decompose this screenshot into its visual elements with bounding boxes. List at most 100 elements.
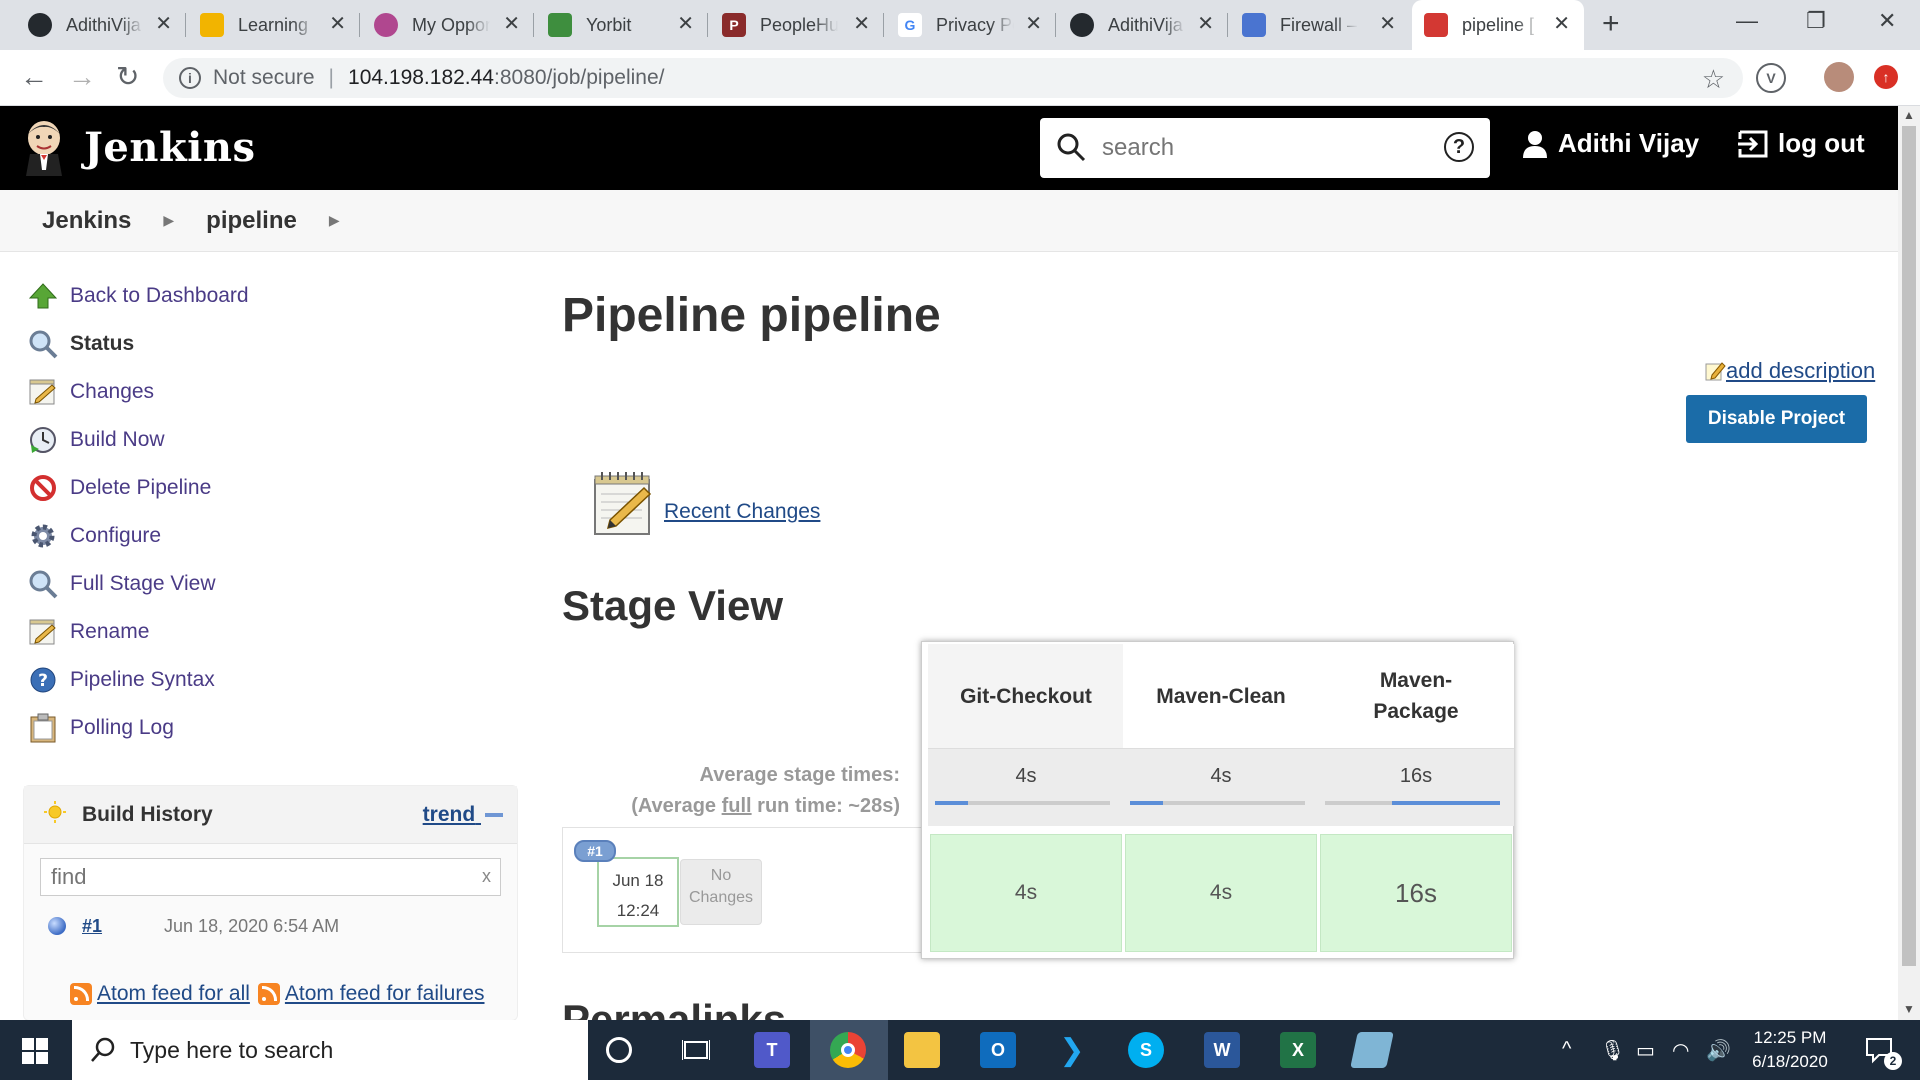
search-box: ?: [1040, 118, 1490, 178]
browser-tab-strip: AdithiVija ✕ Learning ✕ My Oppor ✕ Yorbit ✕ P Peo…: [0, 0, 1920, 50]
notification-count: 2: [1884, 1052, 1902, 1070]
taskbar-clock[interactable]: 12:25 PM 6/18/2020: [1730, 1026, 1850, 1074]
task-label: Back to Dashboard: [70, 284, 249, 307]
scrollbar-thumb[interactable]: [1902, 126, 1916, 966]
battery-icon[interactable]: ▭: [1636, 1038, 1655, 1063]
build-number-link[interactable]: #1: [82, 916, 102, 937]
browser-tab[interactable]: P PeopleHu ✕: [710, 0, 884, 50]
close-tab-icon[interactable]: ✕: [155, 14, 172, 34]
recent-changes-link[interactable]: Recent Changes: [664, 500, 820, 524]
search-input[interactable]: [1102, 128, 1422, 168]
atom-feed-all-link[interactable]: Atom feed for all: [97, 982, 250, 1006]
word-icon[interactable]: W: [1204, 1032, 1240, 1068]
jenkins-logo-icon[interactable]: [22, 118, 66, 176]
build-find-input[interactable]: [40, 858, 501, 896]
task-delete-pipeline[interactable]: Delete Pipeline: [26, 464, 249, 512]
update-icon[interactable]: ↑: [1874, 65, 1898, 89]
close-tab-icon[interactable]: ✕: [1379, 14, 1396, 34]
browser-tab[interactable]: G Privacy Po ✕: [886, 0, 1056, 50]
close-tab-icon[interactable]: ✕: [503, 14, 520, 34]
no-changes-box[interactable]: No Changes: [680, 859, 762, 925]
clear-find-icon[interactable]: x: [482, 866, 491, 887]
task-status[interactable]: Status: [26, 320, 249, 368]
close-tab-icon[interactable]: ✕: [853, 14, 870, 34]
browser-tab[interactable]: AdithiVija ✕: [1058, 0, 1228, 50]
close-tab-icon[interactable]: ✕: [677, 14, 694, 34]
browser-tab[interactable]: Firewall – ✕: [1230, 0, 1410, 50]
page-scrollbar[interactable]: ▲ ▼: [1898, 106, 1920, 1020]
task-full-stage-view[interactable]: Full Stage View: [26, 560, 249, 608]
task-rename[interactable]: Rename: [26, 608, 249, 656]
forward-button[interactable]: →: [68, 62, 96, 92]
extension-v-icon[interactable]: V: [1756, 63, 1786, 93]
jenkins-title[interactable]: Jenkins: [84, 124, 255, 171]
stage-average-time: 16s: [1399, 765, 1433, 787]
url-bar[interactable]: i Not secure | 104.198.182.44 :8080/job/…: [163, 58, 1743, 98]
outlook-icon[interactable]: O: [980, 1032, 1016, 1068]
reload-button[interactable]: ↻: [116, 62, 139, 92]
breadcrumb-jenkins[interactable]: Jenkins: [42, 207, 131, 235]
task-build-now[interactable]: Build Now: [26, 416, 249, 464]
task-label: Full Stage View: [70, 572, 216, 595]
notepad-app-icon[interactable]: [1350, 1032, 1394, 1068]
notepad-icon: [26, 615, 60, 649]
disable-project-button[interactable]: Disable Project: [1686, 395, 1867, 443]
teams-icon[interactable]: T: [754, 1032, 790, 1068]
browser-tab[interactable]: Learning ✕: [188, 0, 360, 50]
task-polling-log[interactable]: Polling Log: [26, 704, 249, 752]
vscode-icon[interactable]: ❯: [1054, 1032, 1090, 1068]
task-pipeline-syntax[interactable]: ? Pipeline Syntax: [26, 656, 249, 704]
close-tab-icon[interactable]: ✕: [1197, 14, 1214, 34]
file-explorer-icon[interactable]: [904, 1032, 940, 1068]
minimize-button[interactable]: —: [1736, 8, 1758, 34]
bookmark-star-icon[interactable]: ☆: [1702, 64, 1725, 95]
volume-icon[interactable]: 🔊: [1706, 1038, 1731, 1063]
task-view-icon[interactable]: [678, 1032, 714, 1068]
profile-avatar[interactable]: [1824, 62, 1854, 92]
url-host: 104.198.182.44: [348, 66, 494, 89]
run-badge[interactable]: #1: [574, 840, 616, 862]
trend-link[interactable]: trend: [423, 803, 503, 827]
browser-tab[interactable]: pipeline [✕: [1412, 0, 1584, 50]
skype-icon[interactable]: S: [1128, 1032, 1164, 1068]
info-icon[interactable]: i: [179, 67, 201, 89]
full-link[interactable]: full: [722, 795, 752, 817]
user-name: Adithi Vijay: [1558, 128, 1700, 158]
browser-tab[interactable]: AdithiVija ✕: [16, 0, 186, 50]
task-changes[interactable]: Changes: [26, 368, 249, 416]
chrome-icon[interactable]: [830, 1032, 866, 1068]
excel-icon[interactable]: X: [1280, 1032, 1316, 1068]
add-description-link[interactable]: add description: [1704, 358, 1875, 384]
task-back-to-dashboard[interactable]: Back to Dashboard: [26, 272, 249, 320]
atom-feed-failures-link[interactable]: Atom feed for failures: [285, 982, 485, 1006]
task-configure[interactable]: Configure: [26, 512, 249, 560]
help-icon[interactable]: ?: [1444, 132, 1474, 162]
breadcrumb-chevron-icon[interactable]: ▶: [163, 212, 174, 229]
close-window-button[interactable]: ✕: [1878, 8, 1896, 34]
microphone-icon[interactable]: 🎙: [1600, 1038, 1625, 1063]
breadcrumb-pipeline[interactable]: pipeline: [206, 207, 297, 235]
wifi-icon[interactable]: ◠: [1672, 1038, 1689, 1063]
close-tab-icon[interactable]: ✕: [1553, 14, 1570, 34]
cortana-icon[interactable]: [606, 1037, 632, 1063]
notifications-icon[interactable]: 2: [1862, 1032, 1902, 1070]
close-tab-icon[interactable]: ✕: [329, 14, 346, 34]
windows-start-icon[interactable]: [22, 1038, 48, 1064]
browser-tab[interactable]: Yorbit ✕: [536, 0, 708, 50]
restore-button[interactable]: ❐: [1806, 8, 1826, 34]
user-link[interactable]: Adithi Vijay: [1522, 128, 1699, 159]
taskbar-search[interactable]: Type here to search: [72, 1020, 588, 1080]
back-button[interactable]: ←: [20, 62, 48, 92]
browser-tab[interactable]: My Oppor ✕: [362, 0, 534, 50]
breadcrumb-chevron-icon[interactable]: ▶: [329, 212, 340, 229]
show-hidden-icons[interactable]: ^: [1562, 1038, 1571, 1061]
stage-result-cell[interactable]: 4s: [1125, 834, 1317, 952]
close-tab-icon[interactable]: ✕: [1025, 14, 1042, 34]
new-tab-button[interactable]: +: [1602, 9, 1620, 39]
stage-result-cell[interactable]: 4s: [930, 834, 1122, 952]
run-date-box[interactable]: Jun 18 12:24: [597, 857, 679, 927]
github-icon: [1070, 13, 1094, 37]
logout-link[interactable]: log out: [1736, 128, 1865, 159]
stage-average-cell: 4s: [1123, 748, 1319, 826]
stage-result-cell[interactable]: 16s: [1320, 834, 1512, 952]
